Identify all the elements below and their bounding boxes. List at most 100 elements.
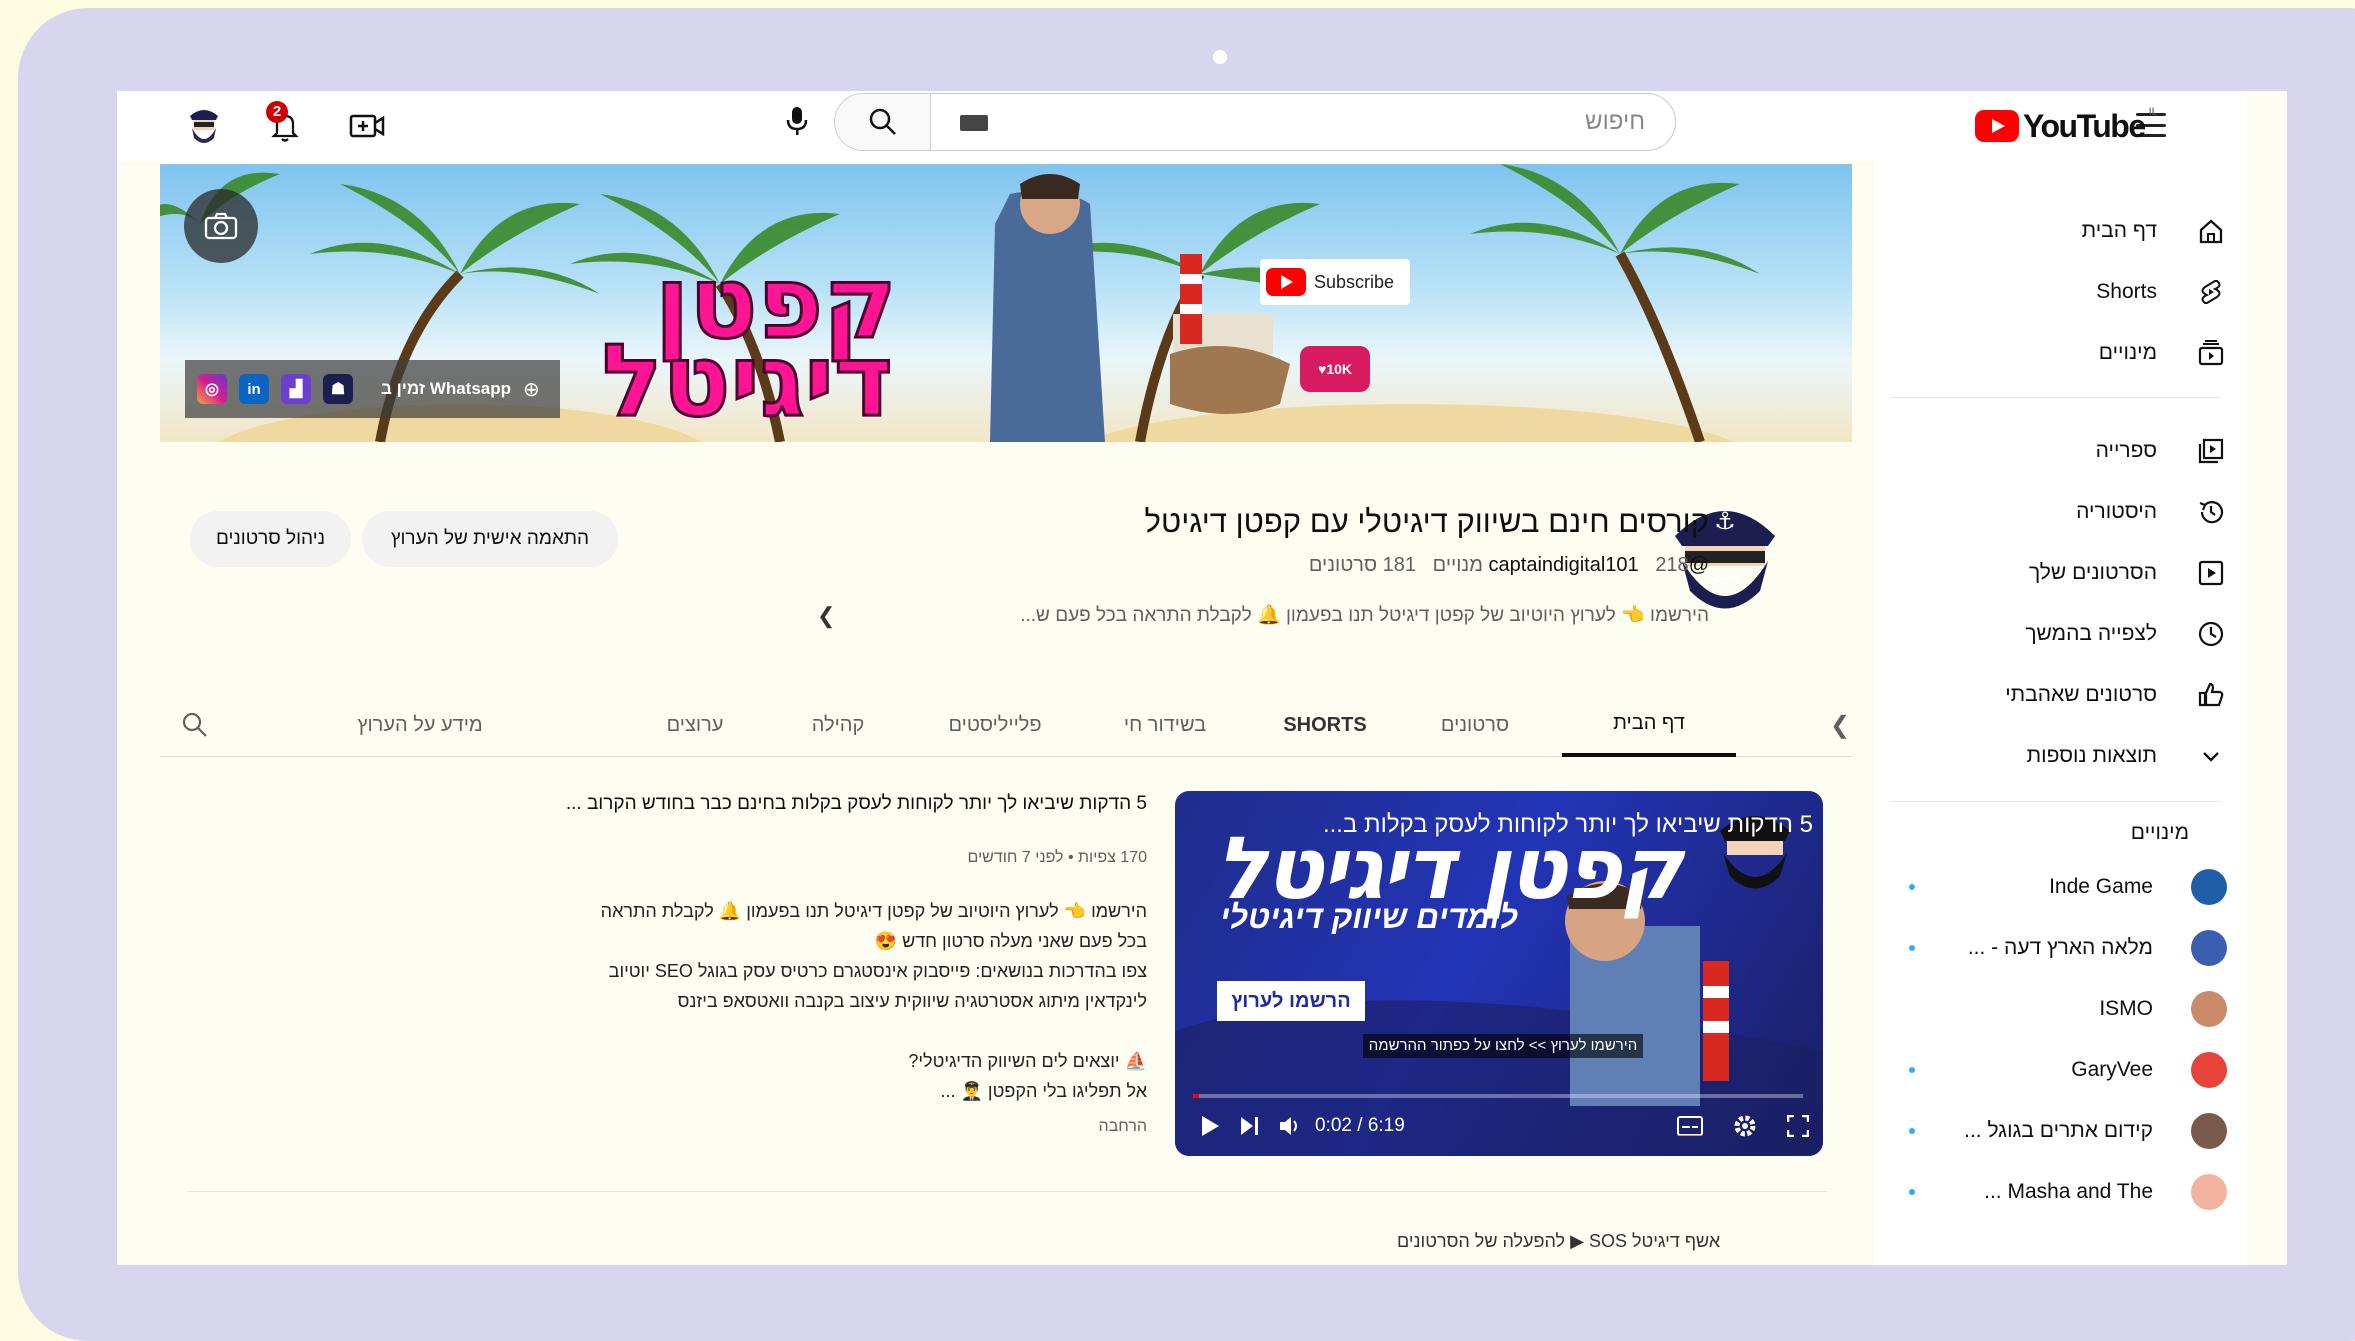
- sidebar-item-history[interactable]: היסטוריה: [1897, 484, 2227, 540]
- account-avatar[interactable]: [179, 101, 229, 151]
- tab-channels[interactable]: ערוצים: [640, 693, 750, 757]
- volume-icon[interactable]: [1275, 1111, 1305, 1141]
- sidebar-label: היסטוריה: [2076, 500, 2157, 523]
- show-more-link[interactable]: הרחבה: [517, 1118, 1147, 1136]
- channel-tabs: ❯ דף הבית סרטונים SHORTS בשידור חי פלייל…: [160, 693, 1852, 757]
- featured-video-description: הירשמו 👈 לערוץ היוטיוב של קפטן דיגיטל תנ…: [517, 901, 1147, 1111]
- featured-video-player[interactable]: קפטן דיגיטל לומדים שיווק דיגיטלי 5 הדקות…: [1175, 791, 1823, 1156]
- sidebar-item-watch-later[interactable]: לצפייה בהמשך: [1897, 606, 2227, 662]
- description-line: בכל פעם שאני מעלה סרטון חדש 😍: [874, 931, 1147, 951]
- featured-video-title[interactable]: 5 הדקות שיביאו לך יותר לקוחות לעסק בקלות…: [517, 793, 1147, 815]
- subscription-item[interactable]: Masha and The ...: [1897, 1164, 2227, 1220]
- channel-avatar: [2191, 1174, 2227, 1210]
- description-line: צפו בהדרכות בנושאים: פייסבוק אינסטגרם כר…: [608, 961, 1147, 981]
- camera-icon[interactable]: [184, 189, 258, 263]
- captain-icon[interactable]: ☗: [323, 374, 353, 404]
- channel-avatar: [2191, 1113, 2227, 1149]
- banner-likes-label: 10K: [1326, 361, 1352, 377]
- video-progress-bar[interactable]: [1193, 1094, 1803, 1098]
- instagram-icon[interactable]: ◎: [197, 374, 227, 404]
- sidebar-label: סרטונים שאהבתי: [2005, 683, 2157, 706]
- next-icon[interactable]: [1235, 1111, 1265, 1141]
- chart-icon[interactable]: ▟: [281, 374, 311, 404]
- tab-community[interactable]: קהילה: [788, 693, 888, 757]
- sidebar-item-liked-videos[interactable]: סרטונים שאהבתי: [1897, 667, 2227, 723]
- globe-icon[interactable]: ⊕: [523, 377, 540, 402]
- sidebar-item-subscriptions[interactable]: מינויים: [1897, 325, 2227, 381]
- sidebar-item-shorts[interactable]: Shorts: [1897, 264, 2227, 320]
- channel-avatar: [2191, 869, 2227, 905]
- sidebar-item-home[interactable]: דף הבית: [1897, 203, 2227, 259]
- new-content-dot: [1909, 1067, 1915, 1073]
- sidebar-item-show-more[interactable]: תוצאות נוספות: [1897, 728, 2227, 784]
- subscription-name: Masha and The ...: [1984, 1180, 2153, 1203]
- subscription-item[interactable]: ISMO: [1897, 981, 2227, 1037]
- tab-search-icon[interactable]: [160, 693, 230, 757]
- sidebar-item-your-videos[interactable]: הסרטונים שלך: [1897, 545, 2227, 601]
- subscription-item[interactable]: קידום אתרים בגוגל ...: [1897, 1103, 2227, 1159]
- tab-about[interactable]: מידע על הערוץ: [320, 693, 520, 757]
- subtitles-icon[interactable]: [1675, 1111, 1705, 1141]
- tab-shorts[interactable]: SHORTS: [1270, 693, 1380, 757]
- notifications-icon[interactable]: 2: [260, 101, 310, 151]
- video-controls: 0:02 / 6:19: [1185, 1109, 1815, 1145]
- video-title-overlay: 5 הדקות שיביאו לך יותר לקוחות לעסק בקלות…: [1322, 811, 1813, 838]
- sidebar-divider: [1890, 397, 2220, 398]
- fullscreen-icon[interactable]: [1783, 1111, 1813, 1141]
- sidebar-item-library[interactable]: ספרייה: [1897, 423, 2227, 479]
- subscription-item[interactable]: מלאה הארץ דעה - ...: [1897, 920, 2227, 976]
- subscriptions-heading: מינויים: [2130, 821, 2189, 844]
- sidebar-label: הסרטונים שלך: [2029, 561, 2157, 584]
- new-content-dot: [1909, 945, 1915, 951]
- tab-videos[interactable]: סרטונים: [1420, 693, 1530, 757]
- youtube-play-icon: [1975, 110, 2019, 142]
- subscription-name: קידום אתרים בגוגל ...: [1964, 1119, 2153, 1142]
- thumbnail-cta: הרשמו לערוץ: [1217, 981, 1365, 1021]
- country-code: IL: [2148, 106, 2158, 118]
- new-content-dot: [1909, 1189, 1915, 1195]
- settings-gear-icon[interactable]: [1730, 1111, 1760, 1141]
- banner-links-text[interactable]: זמין ב Whatsapp: [381, 379, 511, 399]
- chevron-left-icon[interactable]: ❮: [817, 603, 835, 629]
- play-icon[interactable]: [1195, 1111, 1225, 1141]
- tab-home[interactable]: דף הבית: [1562, 693, 1736, 757]
- next-section-row[interactable]: אשף דיגיטל SOS ▶ להפעלה של הסרטונים: [1397, 1231, 1720, 1252]
- tabs-chevron-right-icon[interactable]: ❯: [1825, 693, 1855, 757]
- search-box: [834, 93, 1676, 151]
- home-icon: [2195, 215, 2227, 247]
- youtube-logo[interactable]: YouTube IL: [1975, 106, 2158, 146]
- description-line: אל תפליגו בלי הקפטן 👨‍✈️ ...: [940, 1081, 1148, 1101]
- banner-subscribe-graphic: Subscribe: [1260, 259, 1410, 305]
- tab-playlists[interactable]: פלייליסטים: [930, 693, 1060, 757]
- video-time: 0:02 / 6:19: [1315, 1115, 1405, 1136]
- description-line: הירשמו 👈 לערוץ היוטיוב של קפטן דיגיטל תנ…: [600, 901, 1147, 921]
- description-line: [517, 1021, 1147, 1051]
- mic-icon[interactable]: [777, 101, 817, 141]
- channel-avatar: [2191, 1052, 2227, 1088]
- subscription-name: מלאה הארץ דעה - ...: [1967, 936, 2153, 959]
- subscription-name: Inde Game: [2049, 875, 2153, 898]
- notification-badge: 2: [266, 101, 288, 123]
- new-content-dot: [1909, 1128, 1915, 1134]
- video-progress-fill: [1193, 1094, 1200, 1098]
- customize-channel-button[interactable]: התאמה אישית של הערוץ: [362, 511, 618, 567]
- channel-description[interactable]: הירשמו 👈 לערוץ היוטיוב של קפטן דיגיטל תנ…: [842, 603, 1709, 627]
- browser-screen: YouTube IL 2 דף הבית: [117, 91, 2287, 1265]
- tab-live[interactable]: בשידור חי: [1100, 693, 1230, 757]
- channel-name: קורסים חינם בשיווק דיגיטלי עם קפטן דיגיט…: [1144, 504, 1709, 539]
- sidebar-divider: [1890, 801, 2220, 802]
- manage-videos-button[interactable]: ניהול סרטונים: [190, 511, 351, 567]
- library-icon: [2195, 435, 2227, 467]
- create-video-icon[interactable]: [342, 101, 392, 151]
- subscription-item[interactable]: Inde Game: [1897, 859, 2227, 915]
- watch-later-icon: [2195, 618, 2227, 650]
- search-input[interactable]: [935, 94, 1665, 150]
- linkedin-icon[interactable]: in: [239, 374, 269, 404]
- featured-video-meta: 170 צפיות • לפני 7 חודשים: [967, 849, 1147, 866]
- description-line: ⛵ יוצאים לים השיווק הדיגיטלי?: [908, 1051, 1147, 1071]
- search-button[interactable]: [835, 94, 931, 150]
- subscription-item[interactable]: GaryVee: [1897, 1042, 2227, 1098]
- youtube-play-icon: [1266, 268, 1306, 296]
- sidebar-label: מינויים: [2098, 341, 2157, 364]
- subscriptions-icon: [2195, 337, 2227, 369]
